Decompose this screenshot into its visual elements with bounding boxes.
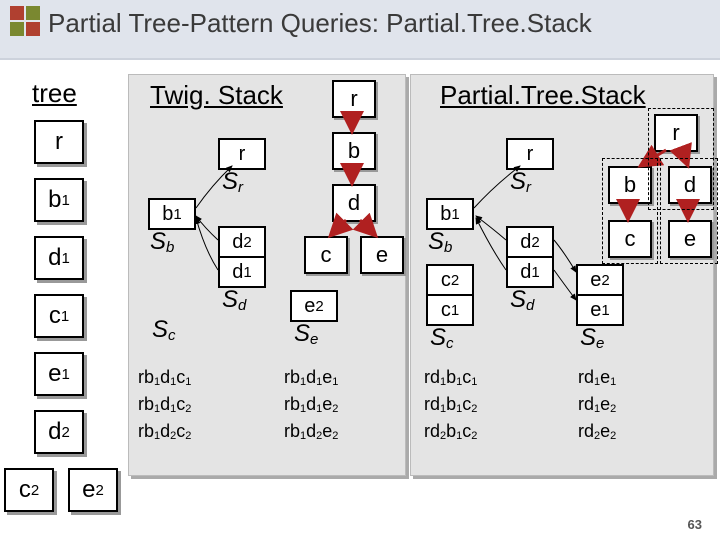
- ts-sb-label: Sb: [150, 228, 174, 256]
- ts-se-cell: e2: [290, 290, 338, 322]
- tree-node-d2: d2: [34, 410, 84, 454]
- pts-heading: Partial.Tree.Stack: [440, 80, 646, 111]
- tree-node-d1: d1: [34, 236, 84, 280]
- pts-se-label: Se: [580, 324, 604, 352]
- pts-sc-label: Sc: [430, 324, 454, 352]
- pts-sd-cell2: d1: [506, 256, 554, 288]
- tree-node-b1: b1: [34, 178, 84, 222]
- ts-sd-cell2: d1: [218, 256, 266, 288]
- pts-sr-label: Sr: [510, 168, 531, 196]
- tree-node-r: r: [34, 120, 84, 164]
- dashed-group-bc: [602, 158, 658, 264]
- pts-sd-label: Sd: [510, 286, 534, 314]
- tree-node-c2: c2: [4, 468, 54, 512]
- ts-sr-cell: r: [218, 138, 266, 170]
- twigstack-heading: Twig. Stack: [150, 80, 283, 111]
- deco-square: [26, 22, 40, 36]
- pts-se-cell2: e1: [576, 294, 624, 326]
- q-node-c: c: [304, 236, 348, 274]
- ts-sd-cell1: d2: [218, 226, 266, 258]
- deco-square: [10, 22, 24, 36]
- ts-results-left: rb1d1c1 rb1d1c2 rb1d2c2: [138, 366, 191, 447]
- pts-sb-cell: b1: [426, 198, 474, 230]
- ts-results-right: rb1d1e1 rb1d1e2 rb1d2e2: [284, 366, 338, 447]
- page-number: 63: [688, 517, 702, 532]
- q-node-r: r: [332, 80, 376, 118]
- pts-results-left: rd1b1c1 rd1b1c2 rd2b1c2: [424, 366, 477, 447]
- ts-sb-cell: b1: [148, 198, 196, 230]
- pts-sd-cell1: d2: [506, 226, 554, 258]
- q-node-d: d: [332, 184, 376, 222]
- ts-sc-label: Sc: [152, 316, 176, 344]
- deco-square: [26, 6, 40, 20]
- ts-se-label: Se: [294, 320, 318, 348]
- q-node-e: e: [360, 236, 404, 274]
- pts-results-right: rd1e1 rd1e2 rd2e2: [578, 366, 616, 447]
- left-heading: tree: [32, 78, 77, 109]
- tree-node-c1: c1: [34, 294, 84, 338]
- ts-sd-label: Sd: [222, 286, 246, 314]
- tree-node-e1: e1: [34, 352, 84, 396]
- deco-square: [10, 6, 24, 20]
- pts-sc-cell1: c2: [426, 264, 474, 296]
- pts-se-cell1: e2: [576, 264, 624, 296]
- page-title: Partial Tree-Pattern Queries: Partial.Tr…: [48, 8, 592, 39]
- pts-sr-cell: r: [506, 138, 554, 170]
- dashed-group-de: [660, 158, 718, 264]
- q-node-b: b: [332, 132, 376, 170]
- ts-sr-label: Sr: [222, 168, 243, 196]
- pts-sb-label: Sb: [428, 228, 452, 256]
- tree-node-e2: e2: [68, 468, 118, 512]
- pts-sc-cell2: c1: [426, 294, 474, 326]
